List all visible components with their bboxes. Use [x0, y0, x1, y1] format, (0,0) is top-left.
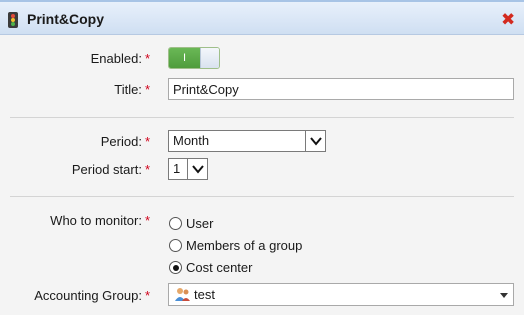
accounting-group-select[interactable]: test [168, 283, 514, 306]
accounting-group-label: Accounting Group: * [34, 288, 150, 303]
period-start-label: Period start: * [71, 162, 150, 177]
window-title: Print&Copy [27, 11, 104, 27]
radio-members-of-group[interactable] [169, 239, 182, 252]
separator [10, 117, 514, 118]
radio-cost-center-label: Cost center [186, 260, 253, 275]
traffic-light-icon [8, 12, 18, 28]
toggle-knob [200, 48, 219, 68]
separator [10, 196, 514, 197]
period-value: Month [173, 133, 210, 148]
who-to-monitor-label: Who to monitor: * [50, 213, 150, 228]
enabled-toggle[interactable]: I [168, 47, 220, 69]
chevron-down-icon [500, 293, 508, 298]
period-start-select[interactable]: 1 [168, 158, 208, 180]
accounting-group-value: test [194, 287, 215, 302]
close-icon[interactable]: ✖ [501, 11, 515, 28]
radio-cost-center[interactable] [169, 261, 182, 274]
enabled-label: Enabled: * [90, 51, 150, 66]
title-input[interactable] [168, 78, 514, 100]
group-icon [175, 288, 190, 301]
radio-members-of-group-label: Members of a group [186, 238, 303, 253]
period-select[interactable]: Month [168, 130, 326, 152]
title-label: Title: * [114, 82, 150, 97]
radio-user[interactable] [169, 217, 182, 230]
window-titlebar: Print&Copy ✖ [0, 0, 524, 35]
radio-user-label: User [186, 216, 214, 231]
toggle-on-indicator: I [169, 48, 200, 68]
period-start-value: 1 [173, 161, 181, 176]
chevron-down-icon [187, 159, 207, 179]
chevron-down-icon [305, 131, 325, 151]
period-label: Period: * [100, 134, 150, 149]
